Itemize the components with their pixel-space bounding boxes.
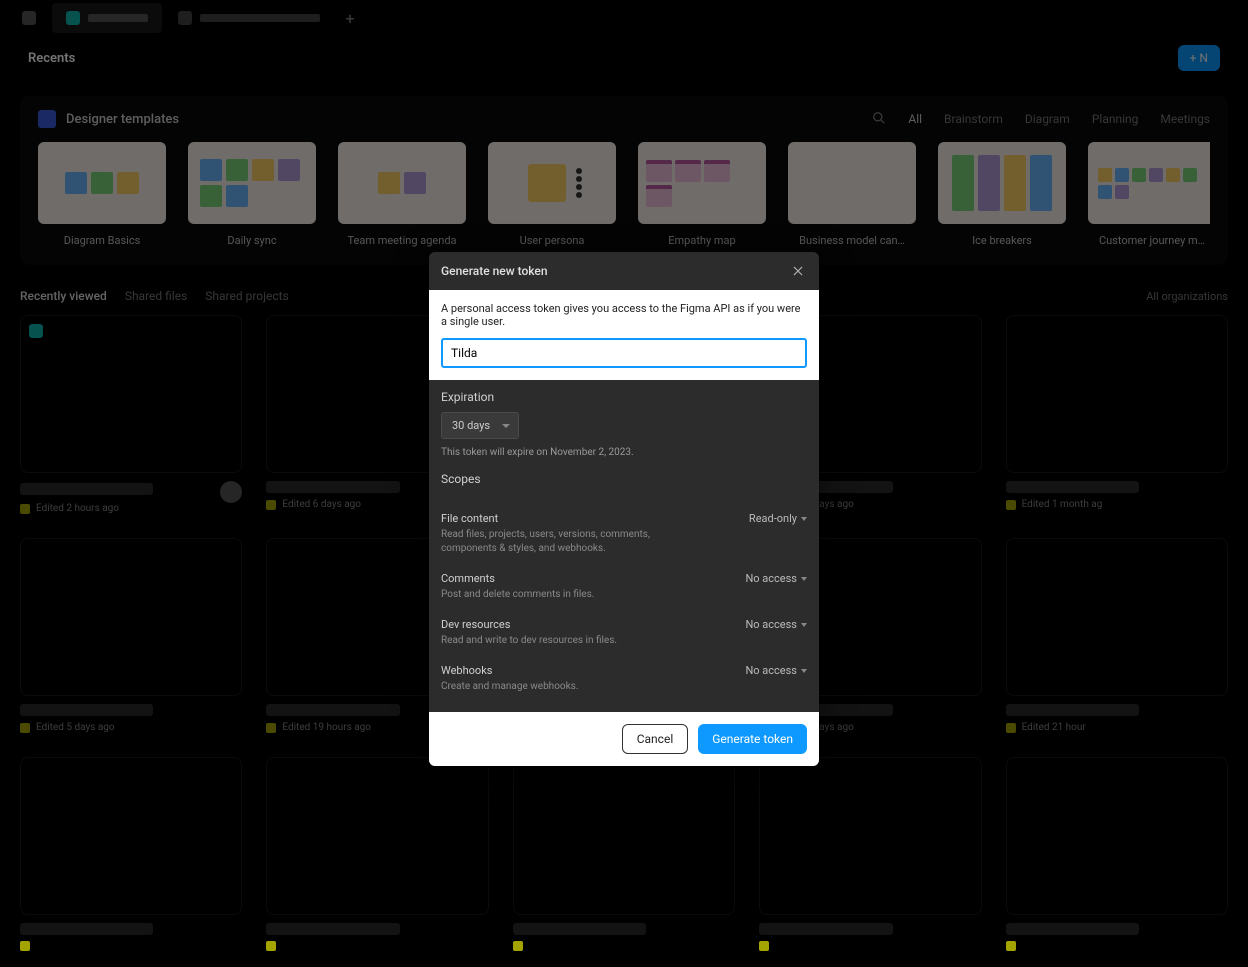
file-meta	[513, 941, 735, 951]
scope-access-dropdown[interactable]: No access	[745, 664, 807, 677]
scope-description: Create and manage webhooks.	[441, 680, 701, 694]
scope-description: Read and write to dev resources in files…	[441, 634, 701, 648]
expiration-label: Expiration	[441, 390, 807, 404]
scope-access-dropdown[interactable]: No access	[745, 572, 807, 585]
scopes-label: Scopes	[441, 472, 807, 486]
expiration-select[interactable]: 30 days	[441, 412, 519, 439]
figjam-badge-icon	[266, 941, 276, 951]
generate-token-modal: Generate new token A personal access tok…	[429, 252, 819, 766]
scope-name: Comments	[441, 572, 495, 585]
scope-description: Read files, projects, users, versions, c…	[441, 528, 701, 556]
file-meta	[1006, 941, 1228, 951]
figjam-badge-icon	[20, 941, 30, 951]
scope-row: File content Read-only Read files, project…	[441, 504, 807, 564]
scope-row: Comments No access Post and delete comment…	[441, 564, 807, 610]
figjam-badge-icon	[513, 941, 523, 951]
scope-name: File content	[441, 512, 498, 525]
close-icon[interactable]	[789, 262, 807, 280]
modal-description: A personal access token gives you access…	[441, 302, 807, 328]
scope-row: Webhooks No access Create and manage webho…	[441, 656, 807, 702]
generate-token-button[interactable]: Generate token	[698, 724, 807, 754]
cancel-button[interactable]: Cancel	[622, 724, 689, 754]
scope-name: Webhooks	[441, 664, 492, 677]
file-meta	[759, 941, 981, 951]
scope-row: Dev resources No access Read and write to …	[441, 610, 807, 656]
figjam-badge-icon	[1006, 941, 1016, 951]
figjam-badge-icon	[759, 941, 769, 951]
token-name-input[interactable]	[441, 338, 807, 368]
scope-description: Post and delete comments in files.	[441, 588, 701, 602]
scope-access-dropdown[interactable]: Read-only	[749, 512, 807, 525]
modal-title: Generate new token	[441, 264, 548, 278]
scope-name: Dev resources	[441, 618, 510, 631]
expiration-note: This token will expire on November 2, 20…	[441, 447, 807, 458]
file-meta	[266, 941, 488, 951]
scope-access-dropdown[interactable]: No access	[745, 618, 807, 631]
file-meta	[20, 941, 242, 951]
